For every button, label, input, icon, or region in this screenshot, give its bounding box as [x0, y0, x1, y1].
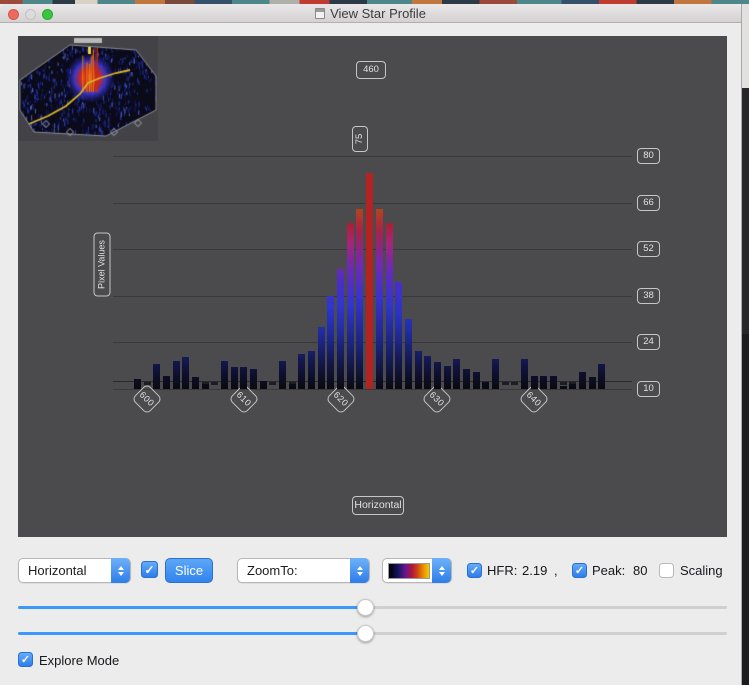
slider-2-fill — [18, 632, 366, 635]
peak-checkbox[interactable]: ✓ — [572, 563, 587, 578]
x-axis-title: Horizontal — [352, 496, 404, 515]
popup-stepper-icon — [432, 558, 451, 583]
scaling-label: Scaling — [680, 563, 723, 578]
slice-direction-value: Horizontal — [28, 563, 87, 578]
slider-1-thumb[interactable] — [356, 599, 374, 616]
gridline — [113, 389, 632, 390]
peak-label: Peak: — [592, 563, 626, 578]
bar — [192, 377, 199, 389]
bar — [327, 296, 334, 389]
zoom-to-select[interactable]: ZoomTo: — [237, 558, 370, 583]
bar — [260, 381, 267, 389]
window-title: View Star Profile — [330, 6, 426, 21]
slider-1-fill — [18, 606, 366, 609]
slice-button[interactable]: Slice — [165, 558, 213, 583]
bar — [386, 223, 393, 389]
titlebar[interactable]: View Star Profile — [0, 4, 741, 23]
bar — [482, 382, 489, 389]
bar — [521, 359, 528, 389]
bar — [550, 376, 557, 389]
bar — [463, 369, 470, 389]
document-icon — [315, 8, 326, 19]
bar — [356, 209, 363, 389]
y-tick-label: 66 — [637, 195, 660, 211]
baseline-tick — [502, 382, 509, 385]
bar — [134, 379, 141, 389]
bar — [492, 359, 499, 389]
bar — [531, 376, 538, 389]
baseline-tick — [211, 382, 218, 385]
bar — [405, 319, 412, 389]
bar — [221, 361, 228, 389]
bar — [182, 357, 189, 389]
explore-mode-label: Explore Mode — [39, 653, 120, 668]
popup-stepper-icon — [111, 558, 130, 583]
bar — [424, 356, 431, 389]
slider-2[interactable] — [18, 625, 727, 642]
peak-value-label: 75 — [352, 126, 368, 152]
bar — [289, 384, 296, 389]
slider-2-thumb[interactable] — [356, 625, 374, 642]
slice-direction-select[interactable]: Horizontal — [18, 558, 131, 583]
slider-1[interactable] — [18, 599, 727, 616]
colormap-swatch — [388, 563, 430, 579]
selected-bar — [366, 173, 373, 389]
baseline-tick — [144, 382, 151, 385]
bar — [395, 282, 402, 389]
baseline-tick — [269, 382, 276, 385]
hfr-value: 2.19 — [522, 563, 548, 578]
bar — [279, 361, 286, 389]
window-title-area: View Star Profile — [0, 4, 741, 23]
y-tick-label: 10 — [637, 381, 660, 397]
bar — [163, 376, 170, 389]
bar — [153, 364, 160, 389]
bar — [540, 376, 547, 389]
zoom-to-value: ZoomTo: — [247, 563, 298, 578]
gridline — [113, 156, 632, 157]
comma-separator: , — [554, 563, 558, 578]
bar — [240, 367, 247, 389]
y-tick-label: 52 — [637, 241, 660, 257]
bar — [434, 362, 441, 389]
peak-value: 80 — [633, 563, 648, 578]
bar — [560, 386, 567, 389]
bar — [579, 372, 586, 389]
star-3d-surface-thumbnail[interactable] — [18, 36, 158, 141]
top-value-label: 460 — [356, 61, 386, 79]
colormap-select[interactable] — [382, 558, 452, 583]
view-star-profile-window: View Star Profile 460 75 Pixel Values Ho… — [0, 4, 742, 685]
bar — [415, 351, 422, 389]
bar — [598, 364, 605, 389]
bar — [231, 367, 238, 389]
y-tick-label: 38 — [637, 288, 660, 304]
bar — [569, 384, 576, 389]
y-tick-label: 80 — [637, 148, 660, 164]
bar — [589, 377, 596, 389]
popup-stepper-icon — [350, 558, 369, 583]
screen: View Star Profile 460 75 Pixel Values Ho… — [0, 0, 749, 685]
hfr-checkbox[interactable]: ✓ — [467, 563, 482, 578]
bar — [298, 354, 305, 389]
bar — [173, 361, 180, 389]
star-profile-chart-panel: 460 75 Pixel Values Horizontal 80 66 52 38 2… — [18, 36, 727, 537]
bar — [250, 369, 257, 389]
baseline-tick — [511, 382, 518, 385]
bar — [318, 327, 325, 389]
bar — [444, 366, 451, 389]
bar — [347, 223, 354, 389]
bar — [473, 372, 480, 389]
hfr-label: HFR: — [487, 563, 518, 578]
slice-checkbox[interactable]: ✓ — [141, 561, 158, 578]
bar — [202, 384, 209, 389]
scaling-checkbox[interactable]: ✓ — [659, 563, 674, 578]
bar — [308, 351, 315, 389]
bar — [453, 359, 460, 389]
y-tick-label: 24 — [637, 334, 660, 350]
desktop-background-right — [742, 4, 749, 685]
bar — [376, 209, 383, 389]
baseline-tick — [560, 382, 567, 385]
explore-mode-checkbox[interactable]: ✓ — [18, 652, 33, 667]
y-axis-title: Pixel Values — [93, 232, 111, 297]
bar — [337, 269, 344, 389]
